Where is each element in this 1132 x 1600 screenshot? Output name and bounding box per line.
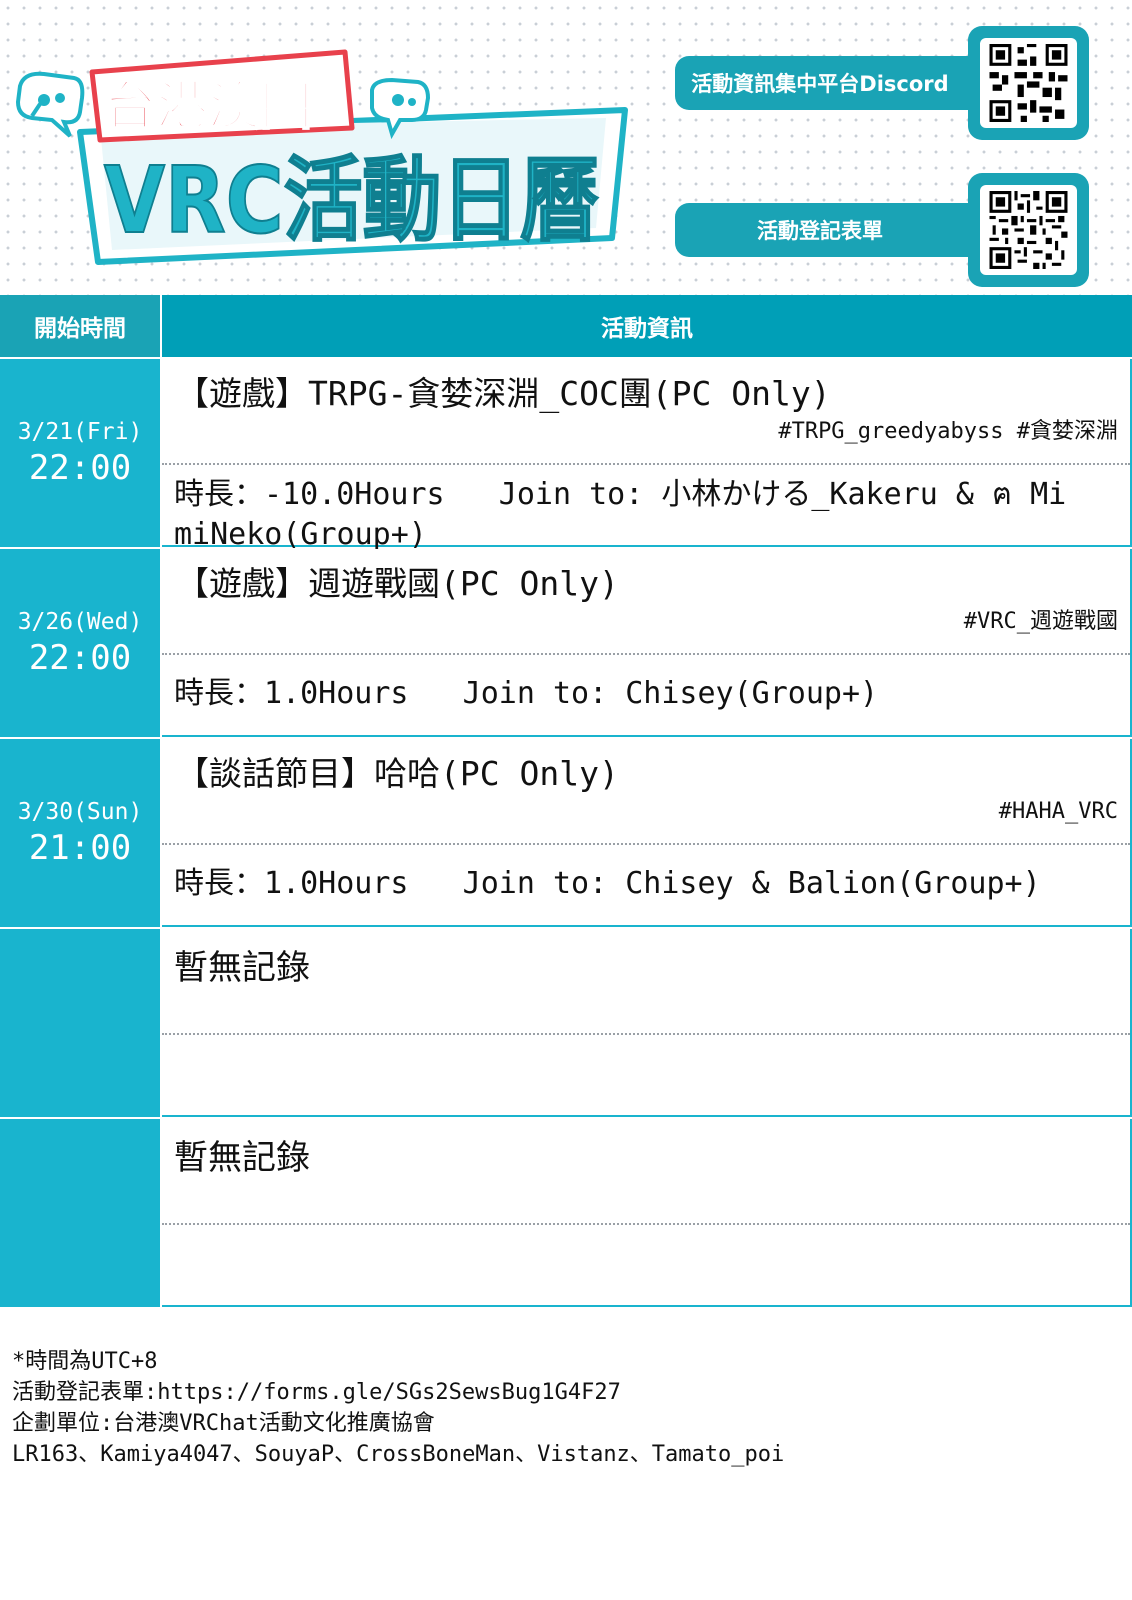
event-date: 3/21(Fri)	[17, 419, 143, 445]
event-date-cell	[0, 929, 160, 1117]
table-row: 暫無記錄	[0, 1119, 1132, 1309]
event-title: 【談話節目】哈哈(PC Only)	[176, 754, 619, 793]
event-details: 時長：1.0Hours Join to: Chisey & Balion(Gro…	[174, 866, 1041, 901]
event-date-cell: 3/26(Wed) 22:00	[0, 549, 160, 737]
logo-main-text: VRC活動日曆	[104, 147, 599, 254]
event-time: 21:00	[28, 828, 132, 868]
dotted-divider	[162, 463, 1130, 465]
staff-list: LR163、Kamiya4047、SouyaP、CrossBoneMan、Vis…	[12, 1442, 785, 1467]
organizer-note: 企劃單位:台港澳VRChat活動文化推廣協會	[12, 1411, 435, 1436]
qr-code-icon	[989, 191, 1068, 269]
event-date: 3/26(Wed)	[17, 609, 143, 635]
table-header: 開始時間 活動資訊	[0, 295, 1132, 357]
header-banner: 台港澳圈 VRC活動日曆 活動資訊集中平台Discord 活動登記表單	[0, 0, 1132, 295]
discord-qr-code[interactable]	[968, 26, 1089, 140]
event-info-cell: 暫無記錄	[162, 1119, 1132, 1307]
registration-form-qr-code[interactable]	[968, 173, 1089, 287]
dotted-divider	[162, 653, 1130, 655]
event-schedule-table: 開始時間 活動資訊 3/21(Fri) 22:00 【遊戲】TRPG-貪婪深淵_…	[0, 295, 1132, 1333]
dotted-divider	[162, 1223, 1130, 1225]
event-time: 22:00	[28, 448, 132, 488]
event-hashtags: #HAHA_VRC	[998, 799, 1118, 824]
registration-form-label-text: 活動登記表單	[757, 219, 883, 243]
event-details: 時長：1.0Hours Join to: Chisey(Group+)	[174, 676, 879, 711]
event-details: 時長：-10.0Hours Join to: 小林かける_Kakeru & ฅ …	[174, 477, 1067, 552]
event-info-cell: 暫無記錄	[162, 929, 1132, 1117]
registration-form-link[interactable]: 活動登記表單:https://forms.gle/SGs2SewsBug1G4F…	[12, 1377, 1112, 1408]
column-header-start-time: 開始時間	[0, 295, 160, 357]
column-header-event-info: 活動資訊	[162, 295, 1132, 357]
table-row: 3/21(Fri) 22:00 【遊戲】TRPG-貪婪深淵_COC團(PC On…	[0, 359, 1132, 552]
event-hashtags: #TRPG_greedyabyss #貪婪深淵	[778, 419, 1118, 444]
event-date-cell	[0, 1119, 160, 1307]
table-row: 暫無記錄	[0, 929, 1132, 1119]
discord-label: 活動資訊集中平台Discord	[675, 56, 985, 110]
event-info-cell: 【談話節目】哈哈(PC Only) #HAHA_VRC 時長：1.0Hours …	[162, 739, 1132, 927]
event-date: 3/30(Sun)	[17, 799, 143, 825]
dotted-divider	[162, 1033, 1130, 1035]
table-row: 3/30(Sun) 21:00 【談話節目】哈哈(PC Only) #HAHA_…	[0, 739, 1132, 929]
dotted-divider	[162, 843, 1130, 845]
event-info-cell: 【遊戲】TRPG-貪婪深淵_COC團(PC Only) #TRPG_greedy…	[162, 359, 1132, 552]
qr-code-icon	[989, 44, 1068, 122]
microphone-bubble-icon	[15, 71, 85, 138]
discord-label-text: 活動資訊集中平台Discord	[691, 72, 949, 96]
event-calendar-logo: 台港澳圈 VRC活動日曆	[15, 49, 628, 265]
event-title: 【遊戲】TRPG-貪婪深淵_COC團(PC Only)	[176, 374, 831, 413]
event-date-cell: 3/30(Sun) 21:00	[0, 739, 160, 927]
event-date-cell: 3/21(Fri) 22:00	[0, 359, 160, 547]
timezone-note: *時間為UTC+8	[12, 1349, 158, 1374]
logo-top-text: 台港澳圈	[104, 77, 312, 137]
event-hashtags: #VRC_週遊戰國	[963, 609, 1118, 634]
event-title: 【遊戲】週遊戰國(PC Only)	[176, 564, 619, 603]
footer-notes: *時間為UTC+8 活動登記表單:https://forms.gle/SGs2S…	[12, 1346, 1112, 1470]
event-time: 22:00	[28, 638, 132, 678]
registration-form-label: 活動登記表單	[675, 203, 985, 257]
event-info-cell: 【遊戲】週遊戰國(PC Only) #VRC_週遊戰國 時長：1.0Hours …	[162, 549, 1132, 737]
table-row: 3/26(Wed) 22:00 【遊戲】週遊戰國(PC Only) #VRC_週…	[0, 549, 1132, 739]
no-record-label: 暫無記錄	[174, 1138, 310, 1178]
no-record-label: 暫無記錄	[174, 948, 310, 988]
